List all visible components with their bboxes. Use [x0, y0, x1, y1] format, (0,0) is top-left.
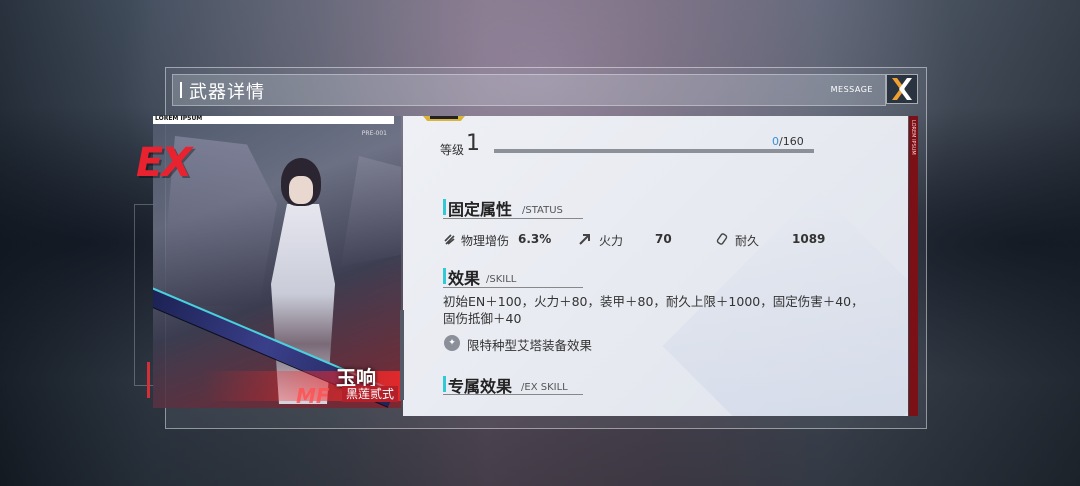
xp-progress-bar — [494, 149, 814, 153]
status-accent-bar — [443, 199, 446, 215]
side-bar-label: LOREM IPSUM — [910, 120, 916, 155]
status-underline — [443, 218, 583, 219]
skill-underline — [443, 287, 583, 288]
limit-icon: ✦ — [444, 335, 460, 351]
card-watermark: MF — [296, 384, 330, 408]
panel-side-bar: LOREM IPSUM — [909, 116, 918, 416]
dialog-header: 武器详情 MESSAGE — [172, 74, 886, 106]
stat-label-firepower: 火力 — [599, 234, 624, 248]
card-frame-deco — [134, 204, 155, 386]
flame-icon — [444, 233, 456, 245]
stat-value-firepower: 70 — [655, 232, 672, 246]
status-subtitle: /STATUS — [522, 205, 563, 216]
xp-current: 0 — [772, 135, 779, 148]
rarity-badge: EX — [136, 140, 192, 186]
ex-skill-underline — [443, 394, 583, 395]
xp-max: /160 — [779, 135, 804, 148]
skill-description: 初始EN＋100，火力＋80，装甲＋80，耐久上限＋1000，固定伤害＋40，固… — [443, 294, 864, 326]
close-button[interactable] — [886, 74, 918, 104]
skill-subtitle: /SKILL — [486, 274, 517, 285]
xp-readout: 0/160 — [772, 135, 804, 148]
skill-accent-bar — [443, 268, 446, 284]
shield-icon — [716, 233, 728, 245]
ex-skill-subtitle: /EX SKILL — [521, 382, 568, 393]
panel-left-edge — [400, 310, 404, 400]
stat-value-physical-boost: 6.3% — [518, 232, 552, 246]
card-top-strip: LOREM IPSUM — [153, 115, 394, 124]
mech-illustration-right — [341, 156, 401, 266]
character-face — [289, 176, 313, 204]
weapon-subtitle: 黑莲贰式 — [342, 386, 399, 402]
level-label: 等级 — [440, 143, 465, 157]
arrow-up-right-icon — [579, 233, 591, 245]
panel-tab-inner — [430, 116, 458, 119]
card-red-marker — [147, 362, 150, 398]
close-icon — [892, 78, 912, 100]
card-code: PRE-001 — [361, 130, 387, 137]
message-label: MESSAGE — [830, 85, 873, 94]
card-top-label: LOREM IPSUM — [155, 115, 203, 122]
stat-label-physical-boost: 物理增伤 — [461, 234, 510, 248]
stat-value-durability: 1089 — [792, 232, 826, 246]
limit-text: 限特种型艾塔装备效果 — [467, 338, 593, 353]
page-title: 武器详情 — [189, 82, 265, 103]
header-accent-bar — [180, 82, 182, 98]
level-value: 1 — [466, 131, 480, 156]
skill-title: 效果 — [448, 269, 481, 288]
ex-skill-accent-bar — [443, 376, 446, 392]
status-title: 固定属性 — [448, 200, 513, 219]
stat-label-durability: 耐久 — [735, 234, 760, 248]
